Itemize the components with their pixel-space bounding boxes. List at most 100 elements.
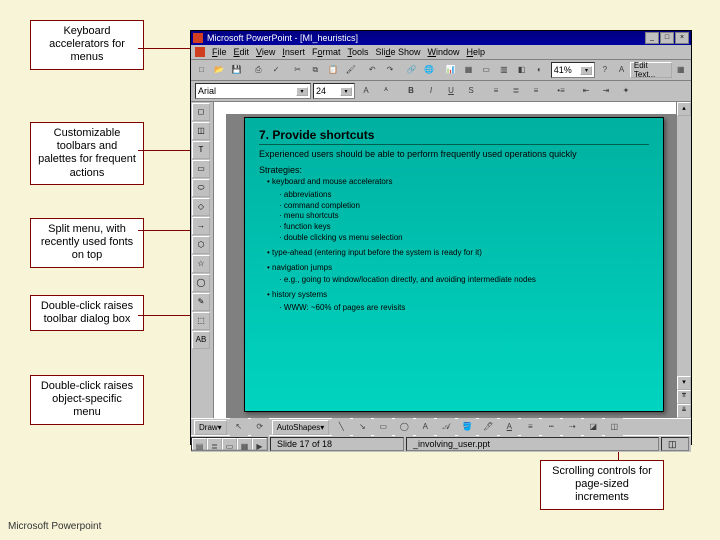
palette-btn-11[interactable]: ✎ xyxy=(192,293,210,311)
font-name-combo[interactable]: Arial▾ xyxy=(195,83,311,99)
menu-window[interactable]: Window xyxy=(428,47,460,57)
scroll-up-button[interactable]: ▴ xyxy=(677,102,691,116)
maximize-button[interactable]: □ xyxy=(660,32,674,44)
palette-btn-7[interactable]: → xyxy=(192,217,210,235)
save-button[interactable]: 💾 xyxy=(228,61,245,79)
italic-button[interactable]: I xyxy=(422,82,440,100)
animation-button[interactable]: ✦ xyxy=(617,82,635,100)
close-button[interactable]: × xyxy=(675,32,689,44)
format-painter-button[interactable]: 🖌 xyxy=(342,61,359,79)
view-slide-button[interactable]: ▭ xyxy=(222,438,237,450)
palette-btn-1[interactable]: ◻ xyxy=(192,103,210,121)
align-right-button[interactable]: ≡ xyxy=(527,82,545,100)
draw-menu[interactable]: Draw ▾ xyxy=(194,420,227,435)
line-style-button[interactable]: ≡ xyxy=(521,418,539,436)
wordart-edit-button[interactable]: A xyxy=(614,61,629,79)
spelling-button[interactable]: ✓ xyxy=(268,61,285,79)
menu-insert[interactable]: Insert xyxy=(282,47,305,57)
select-objects-button[interactable]: ↖ xyxy=(230,418,248,436)
palette-btn-2[interactable]: ◫ xyxy=(192,122,210,140)
title-bar[interactable]: Microsoft PowerPoint - [MI_heuristics] _… xyxy=(191,31,691,45)
align-center-button[interactable]: ≣ xyxy=(507,82,525,100)
font-color-button[interactable]: A xyxy=(500,418,518,436)
cut-button[interactable]: ✂ xyxy=(289,61,306,79)
autoshapes-menu[interactable]: AutoShapes ▾ xyxy=(272,420,330,435)
rotate-button[interactable]: ⟳ xyxy=(251,418,269,436)
copy-button[interactable]: ⧉ xyxy=(307,61,324,79)
menu-file[interactable]: File xyxy=(212,47,227,57)
print-button[interactable]: ⎙ xyxy=(250,61,267,79)
bullets-button[interactable]: •≡ xyxy=(552,82,570,100)
line-color-button[interactable]: 🖊 xyxy=(479,418,497,436)
slide-layout-button[interactable]: ▥ xyxy=(496,61,513,79)
formatting-toolbar[interactable]: Arial▾ 24▾ A ᴬ B I U S ≡ ≣ ≡ •≡ ⇤ ⇥ ✦ xyxy=(191,81,691,102)
palette-btn-8[interactable]: ⬡ xyxy=(192,236,210,254)
menu-edit[interactable]: Edit xyxy=(234,47,250,57)
view-outline-button[interactable]: ≣ xyxy=(207,438,222,450)
edit-text-button[interactable]: Edit Text... xyxy=(630,62,672,78)
new-slide-button[interactable]: ▭ xyxy=(478,61,495,79)
oval-button[interactable]: ◯ xyxy=(395,418,413,436)
palette-left[interactable]: ◻ ◫ T ▭ ⬭ ◇ → ⬡ ☆ ◯ ✎ ⬚ AB xyxy=(191,102,214,418)
drawing-toolbar[interactable]: Draw ▾ ↖ ⟳ AutoShapes ▾ ╲ ↘ ▭ ◯ A 𝒜 🪣 🖊 … xyxy=(191,418,691,435)
minimize-button[interactable]: _ xyxy=(645,32,659,44)
prev-slide-button[interactable]: ⇈ xyxy=(677,390,691,404)
increase-font-button[interactable]: A xyxy=(357,82,375,100)
next-slide-button[interactable]: ⇊ xyxy=(677,404,691,418)
wordart-gallery-button[interactable]: ▦ xyxy=(673,61,689,79)
font-size-combo[interactable]: 24▾ xyxy=(313,83,355,99)
insert-table-button[interactable]: ▦ xyxy=(460,61,477,79)
insert-chart-button[interactable]: 📊 xyxy=(442,61,459,79)
slide-canvas[interactable]: 7. Provide shortcuts Experienced users s… xyxy=(214,102,676,418)
menu-bar[interactable]: File Edit View Insert Format Tools Slide… xyxy=(191,45,691,60)
palette-btn-6[interactable]: ◇ xyxy=(192,198,210,216)
palette-btn-12[interactable]: ⬚ xyxy=(192,312,210,330)
vertical-scrollbar[interactable]: ▴ ▾ ⇈ ⇊ xyxy=(676,102,691,418)
insert-link-button[interactable]: 🔗 xyxy=(403,61,420,79)
arrow-button[interactable]: ↘ xyxy=(353,418,371,436)
help-button[interactable]: ? xyxy=(596,61,613,79)
shadow-button[interactable]: S xyxy=(462,82,480,100)
web-toolbar-button[interactable]: 🌐 xyxy=(421,61,438,79)
align-left-button[interactable]: ≡ xyxy=(487,82,505,100)
undo-button[interactable]: ↶ xyxy=(364,61,381,79)
decrease-font-button[interactable]: ᴬ xyxy=(377,82,395,100)
fill-color-button[interactable]: 🪣 xyxy=(458,418,476,436)
palette-btn-13[interactable]: AB xyxy=(192,331,210,349)
menu-slideshow[interactable]: Slide Show xyxy=(375,47,420,57)
rectangle-button[interactable]: ▭ xyxy=(374,418,392,436)
line-button[interactable]: ╲ xyxy=(332,418,350,436)
open-button[interactable]: 📂 xyxy=(211,61,228,79)
menu-tools[interactable]: Tools xyxy=(347,47,368,57)
bw-view-button[interactable]: ◐ xyxy=(531,61,548,79)
slide[interactable]: 7. Provide shortcuts Experienced users s… xyxy=(244,117,664,412)
textbox-button[interactable]: A xyxy=(416,418,434,436)
view-normal-button[interactable]: ▤ xyxy=(192,438,207,450)
new-button[interactable]: □ xyxy=(193,61,210,79)
palette-btn-9[interactable]: ☆ xyxy=(192,255,210,273)
menu-view[interactable]: View xyxy=(256,47,275,57)
shadow-button-draw[interactable]: ◪ xyxy=(584,418,602,436)
underline-button[interactable]: U xyxy=(442,82,460,100)
view-show-button[interactable]: ▶ xyxy=(252,438,267,450)
menu-help[interactable]: Help xyxy=(467,47,486,57)
paste-button[interactable]: 📋 xyxy=(325,61,342,79)
view-sorter-button[interactable]: ▦ xyxy=(237,438,252,450)
redo-button[interactable]: ↷ xyxy=(382,61,399,79)
promote-button[interactable]: ⇤ xyxy=(577,82,595,100)
palette-btn-4[interactable]: ▭ xyxy=(192,160,210,178)
3d-button[interactable]: ◫ xyxy=(605,418,623,436)
wordart-button[interactable]: 𝒜 xyxy=(437,418,455,436)
menu-format[interactable]: Format xyxy=(312,47,341,57)
dash-style-button[interactable]: ┅ xyxy=(542,418,560,436)
palette-btn-5[interactable]: ⬭ xyxy=(192,179,210,197)
demote-button[interactable]: ⇥ xyxy=(597,82,615,100)
standard-toolbar[interactable]: □ 📂 💾 ⎙ ✓ ✂ ⧉ 📋 🖌 ↶ ↷ 🔗 🌐 📊 ▦ ▭ ▥ ◧ ◐ 41… xyxy=(191,60,691,81)
apply-design-button[interactable]: ◧ xyxy=(513,61,530,79)
bold-button[interactable]: B xyxy=(402,82,420,100)
arrow-style-button[interactable]: ⇢ xyxy=(563,418,581,436)
scroll-down-button[interactable]: ▾ xyxy=(677,376,691,390)
palette-btn-3[interactable]: T xyxy=(192,141,210,159)
palette-btn-10[interactable]: ◯ xyxy=(192,274,210,292)
zoom-combo[interactable]: 41%▾ xyxy=(551,62,596,78)
